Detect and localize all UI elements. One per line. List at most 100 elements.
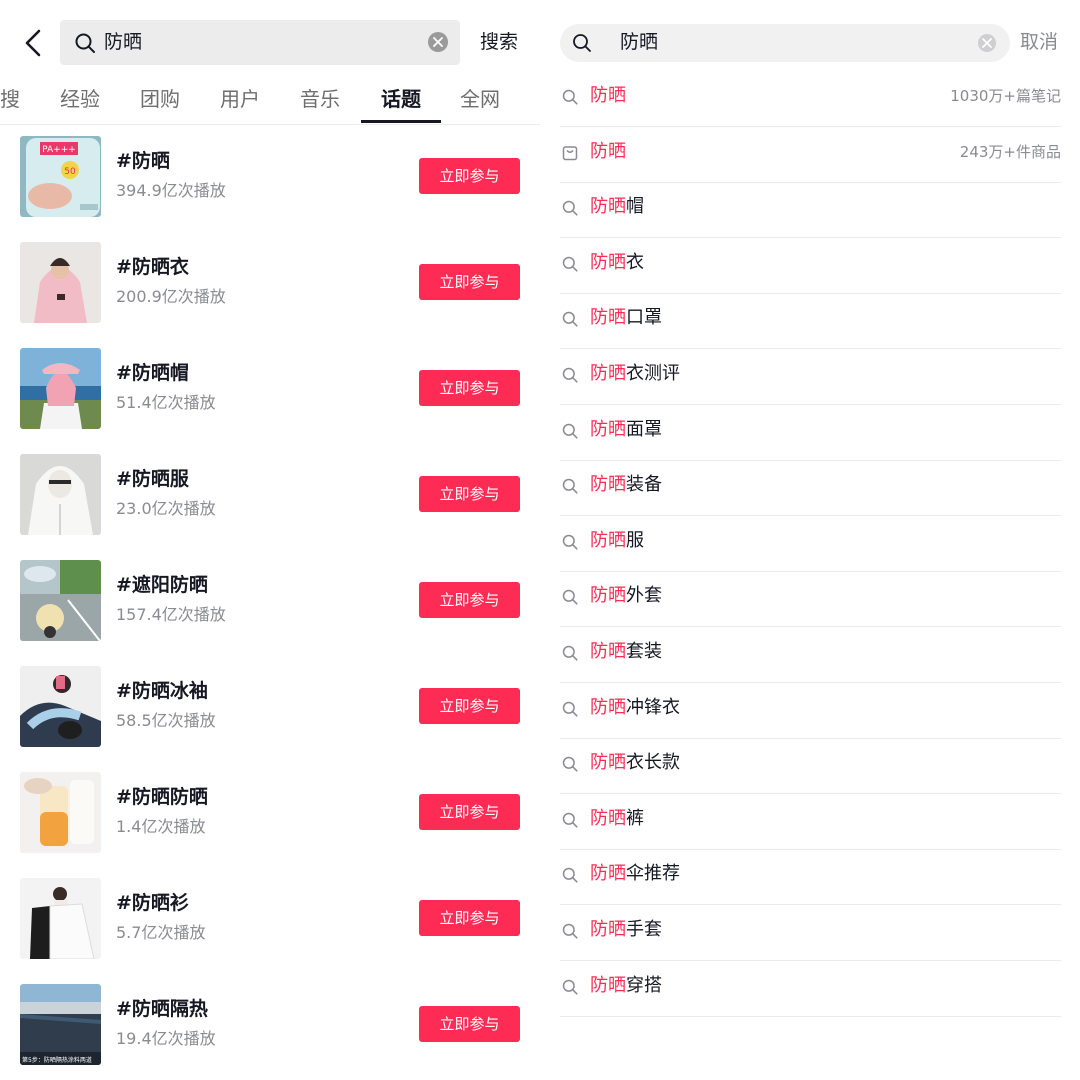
suggestion-rest: 衣 [626,251,644,273]
topic-name: #防晒隔热 [116,998,208,1020]
suggestion-item[interactable]: 防晒伞推荐 [560,848,1061,906]
topic-thumbnail [20,348,101,429]
suggestion-item[interactable]: 防晒手套 [560,904,1061,961]
clear-search-icon[interactable] [978,34,996,52]
join-topic-button[interactable]: 立即参与 [419,158,520,194]
tab-search[interactable]: 搜 [0,85,20,113]
suggestion-item[interactable]: 防晒衣 [560,237,1061,294]
suggestion-item[interactable]: 防晒服 [560,515,1061,572]
topic-thumbnail [20,878,101,959]
search-icon [562,423,578,439]
topic-play-count: 19.4亿次播放 [116,1029,216,1048]
suggestion-rest: 衣长款 [626,752,680,774]
topic-name: #防晒衫 [116,892,189,914]
search-icon [562,478,578,494]
suggestion-item[interactable]: 防晒 243万+件商品 [560,126,1061,183]
topic-play-count: 200.9亿次播放 [116,287,226,306]
suggestion-text: 防晒裤 [590,806,644,832]
suggestion-item[interactable]: 防晒帽 [560,181,1061,239]
topic-row[interactable]: PA+++ 50 #防晒 394.9亿次播放 立即参与 [0,136,540,232]
topic-row[interactable]: #防晒防晒 1.4亿次播放 立即参与 [0,772,540,868]
suggestion-item[interactable]: 防晒装备 [560,459,1061,517]
suggestion-item[interactable]: 防晒 1030万+篇笔记 [560,70,1061,127]
search-suggestions-panel: 防晒 取消 防晒 1030万+篇笔记 防晒 243万+件商品 防晒帽 防晒衣 防晒口罩 防晒衣… [540,0,1080,1080]
suggestion-highlight: 防晒 [590,585,626,607]
search-icon [562,200,578,216]
suggestion-item[interactable]: 防晒口罩 [560,292,1061,350]
join-topic-button[interactable]: 立即参与 [419,264,520,300]
topic-row[interactable]: #防晒服 23.0亿次播放 立即参与 [0,454,540,550]
suggestion-item[interactable]: 防晒外套 [560,570,1061,628]
suggestion-text: 防晒套装 [590,639,662,665]
tab-music[interactable]: 音乐 [300,85,340,113]
topic-play-count: 5.7亿次播放 [116,923,206,942]
topic-name: #防晒帽 [116,362,189,384]
suggestion-text: 防晒帽 [590,194,644,220]
topic-row[interactable]: #防晒帽 51.4亿次播放 立即参与 [0,348,540,444]
tab-users[interactable]: 用户 [220,85,260,113]
suggestion-item[interactable]: 防晒衣长款 [560,737,1061,795]
topic-row[interactable]: 第5步：防晒隔热涂料两道 #防晒隔热 19.4亿次播放 立即参与 [0,984,540,1080]
suggestion-highlight: 防晒 [590,140,626,162]
suggestion-rest: 装备 [626,474,662,496]
suggestion-text: 防晒衣长款 [590,750,680,776]
join-topic-button[interactable]: 立即参与 [419,1006,520,1042]
suggestion-count: 1030万+篇笔记 [950,87,1061,105]
join-topic-button[interactable]: 立即参与 [419,370,520,406]
topic-thumbnail [20,666,101,747]
suggestion-item[interactable]: 防晒套装 [560,626,1061,683]
tab-all-web[interactable]: 全网 [460,85,500,113]
tab-topics[interactable]: 话题 [381,85,421,113]
join-topic-button[interactable]: 立即参与 [419,794,520,830]
topic-name: #防晒衣 [116,256,189,278]
topic-row[interactable]: #防晒衣 200.9亿次播放 立即参与 [0,242,540,338]
search-icon [562,645,578,661]
join-topic-button[interactable]: 立即参与 [419,900,520,936]
suggestion-rest: 套装 [626,641,662,662]
search-icon [562,756,578,772]
topic-play-count: 157.4亿次播放 [116,605,226,624]
cancel-button[interactable]: 取消 [1020,29,1058,56]
suggestion-highlight: 防晒 [590,752,626,774]
back-arrow-icon[interactable] [20,28,48,58]
suggestion-item[interactable]: 防晒穿搭 [560,960,1061,1017]
suggestion-rest: 衣测评 [626,363,680,384]
suggestion-item[interactable]: 防晒裤 [560,793,1061,850]
search-icon [75,33,95,53]
suggestion-rest: 外套 [626,585,662,607]
search-bar[interactable]: 防晒 [60,20,460,65]
search-query[interactable]: 防晒 [620,29,658,56]
topic-row[interactable]: #防晒冰袖 58.5亿次播放 立即参与 [0,666,540,762]
topic-thumbnail: PA+++ 50 [20,136,101,217]
search-bar[interactable]: 防晒 [560,24,1010,62]
clear-search-icon[interactable] [428,32,448,52]
tab-group-buy[interactable]: 团购 [140,85,180,113]
search-icon [573,34,591,52]
suggestion-text: 防晒 [590,139,626,165]
join-topic-button[interactable]: 立即参与 [419,582,520,618]
suggestion-rest: 冲锋衣 [626,696,680,718]
search-icon [562,979,578,995]
topic-thumbnail [20,454,101,535]
suggestion-text: 防晒服 [590,528,644,554]
join-topic-button[interactable]: 立即参与 [419,476,520,512]
search-query[interactable]: 防晒 [104,29,142,56]
suggestion-item[interactable]: 防晒冲锋衣 [560,682,1061,739]
suggestion-highlight: 防晒 [590,974,626,996]
search-button[interactable]: 搜索 [480,29,518,56]
topic-play-count: 394.9亿次播放 [116,181,226,200]
suggestion-rest: 伞推荐 [626,863,680,885]
suggestion-highlight: 防晒 [590,418,626,440]
topic-row[interactable]: #遮阳防晒 157.4亿次播放 立即参与 [0,560,540,656]
topic-play-count: 51.4亿次播放 [116,393,216,412]
suggestion-highlight: 防晒 [590,85,626,106]
result-tabs: 搜 经验 团购 用户 音乐 话题 全网 [0,80,540,125]
search-icon [562,311,578,327]
join-topic-button[interactable]: 立即参与 [419,688,520,724]
topic-thumbnail: 第5步：防晒隔热涂料两道 [20,984,101,1065]
suggestion-item[interactable]: 防晒衣测评 [560,348,1061,405]
suggestion-count: 243万+件商品 [959,142,1061,161]
suggestion-item[interactable]: 防晒面罩 [560,404,1061,461]
topic-row[interactable]: #防晒衫 5.7亿次播放 立即参与 [0,878,540,974]
tab-experience[interactable]: 经验 [60,85,100,113]
